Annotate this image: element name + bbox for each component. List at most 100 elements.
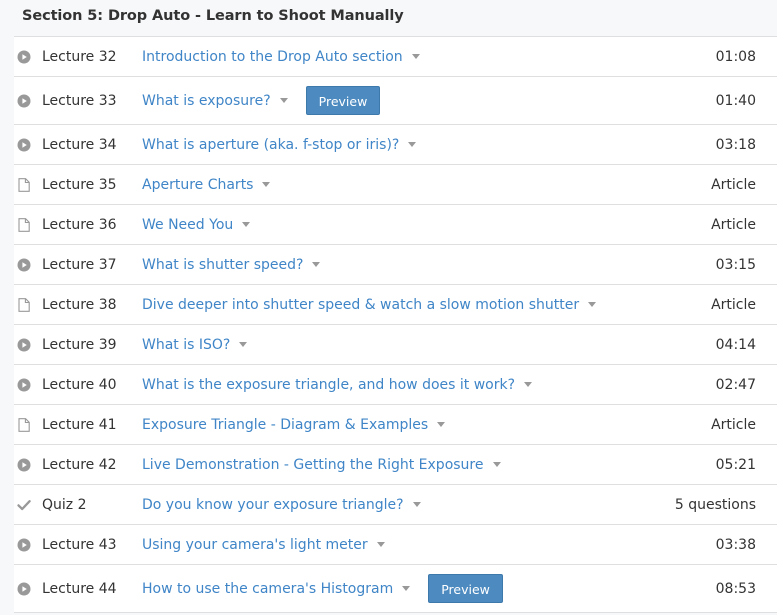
document-icon <box>17 217 31 232</box>
lecture-title-group: Live Demonstration - Getting the Right E… <box>142 457 501 473</box>
lecture-title-group: Do you know your exposure triangle? <box>142 497 421 513</box>
lecture-title-link[interactable]: Exposure Triangle - Diagram & Examples <box>142 417 428 433</box>
lecture-duration: Article <box>711 176 756 193</box>
lecture-duration: Article <box>711 416 756 433</box>
play-icon <box>17 338 31 352</box>
lecture-duration: 01:40 <box>715 92 756 109</box>
lecture-list: Lecture 32 Introduction to the Drop Auto … <box>14 36 777 613</box>
list-item[interactable]: Lecture 40 What is the exposure triangle,… <box>14 365 777 405</box>
lecture-number: Lecture 34 <box>42 136 117 153</box>
lecture-title-link[interactable]: Using your camera's light meter <box>142 537 368 553</box>
document-icon <box>17 177 31 192</box>
lecture-title-link[interactable]: Live Demonstration - Getting the Right E… <box>142 457 484 473</box>
lecture-number: Lecture 35 <box>42 176 117 193</box>
caret-down-icon[interactable] <box>524 382 533 387</box>
lecture-title-link[interactable]: Aperture Charts <box>142 177 253 193</box>
lecture-title-group: Introduction to the Drop Auto section <box>142 49 420 65</box>
lecture-title-group: Exposure Triangle - Diagram & Examples <box>142 417 446 433</box>
list-item[interactable]: Lecture 39 What is ISO? 04:14 <box>14 325 777 365</box>
lecture-title-link[interactable]: How to use the camera's Histogram <box>142 581 393 597</box>
caret-down-icon[interactable] <box>402 586 411 591</box>
document-icon <box>17 297 31 312</box>
lecture-number: Lecture 44 <box>42 580 117 597</box>
lecture-number: Lecture 39 <box>42 336 117 353</box>
lecture-title-link[interactable]: What is exposure? <box>142 93 271 109</box>
lecture-number: Lecture 37 <box>42 256 117 273</box>
list-item[interactable]: Lecture 41 Exposure Triangle - Diagram & … <box>14 405 777 445</box>
caret-down-icon[interactable] <box>411 54 420 59</box>
play-icon <box>17 138 31 152</box>
lecture-title-group: What is ISO? <box>142 337 248 353</box>
caret-down-icon[interactable] <box>437 422 446 427</box>
lecture-number: Lecture 32 <box>42 48 117 65</box>
list-item[interactable]: Lecture 38 Dive deeper into shutter speed… <box>14 285 777 325</box>
lecture-title-group: What is shutter speed? <box>142 257 321 273</box>
lecture-title-link[interactable]: What is aperture (aka. f-stop or iris)? <box>142 137 399 153</box>
lecture-number: Lecture 40 <box>42 376 117 393</box>
caret-down-icon[interactable] <box>412 502 421 507</box>
list-item[interactable]: Lecture 37 What is shutter speed? 03:15 <box>14 245 777 285</box>
lecture-title-link[interactable]: Introduction to the Drop Auto section <box>142 49 403 65</box>
play-icon <box>17 582 31 596</box>
caret-down-icon[interactable] <box>588 302 597 307</box>
list-item[interactable]: Lecture 34 What is aperture (aka. f-stop … <box>14 125 777 165</box>
caret-down-icon[interactable] <box>262 182 271 187</box>
list-item[interactable]: Lecture 43 Using your camera's light mete… <box>14 525 777 565</box>
lecture-duration: 03:38 <box>715 536 756 553</box>
caret-down-icon[interactable] <box>492 462 501 467</box>
play-icon <box>17 50 31 64</box>
lecture-number: Lecture 38 <box>42 296 117 313</box>
lecture-duration: Article <box>711 296 756 313</box>
document-icon <box>17 417 31 432</box>
lecture-title-group: What is exposure? Preview <box>142 86 381 115</box>
lecture-duration: 01:08 <box>715 48 756 65</box>
caret-down-icon[interactable] <box>312 262 321 267</box>
lecture-duration: 02:47 <box>715 376 756 393</box>
lecture-number: Lecture 43 <box>42 536 117 553</box>
caret-down-icon[interactable] <box>376 542 385 547</box>
lecture-title-link[interactable]: Dive deeper into shutter speed & watch a… <box>142 297 579 313</box>
section-title: Section 5: Drop Auto - Learn to Shoot Ma… <box>22 8 404 24</box>
play-icon <box>17 94 31 108</box>
list-item[interactable]: Quiz 2 Do you know your exposure triangle… <box>14 485 777 525</box>
play-icon <box>17 458 31 472</box>
lecture-title-group: Dive deeper into shutter speed & watch a… <box>142 297 597 313</box>
lecture-number: Lecture 41 <box>42 416 117 433</box>
lecture-number: Lecture 33 <box>42 92 117 109</box>
lecture-duration: 5 questions <box>674 496 756 513</box>
lecture-title-group: Aperture Charts <box>142 177 271 193</box>
caret-down-icon[interactable] <box>279 98 288 103</box>
curriculum-section: Section 5: Drop Auto - Learn to Shoot Ma… <box>0 0 777 615</box>
play-icon <box>17 378 31 392</box>
preview-button[interactable]: Preview <box>305 86 381 115</box>
lecture-title-link[interactable]: Do you know your exposure triangle? <box>142 497 404 513</box>
lecture-duration: 03:18 <box>715 136 756 153</box>
list-item[interactable]: Lecture 36 We Need You Article <box>14 205 777 245</box>
lecture-title-group: Using your camera's light meter <box>142 537 385 553</box>
play-icon <box>17 258 31 272</box>
lecture-title-group: How to use the camera's Histogram Preview <box>142 574 503 603</box>
checkmark-icon <box>17 498 31 512</box>
lecture-title-group: What is aperture (aka. f-stop or iris)? <box>142 137 417 153</box>
lecture-number: Quiz 2 <box>42 496 87 513</box>
caret-down-icon[interactable] <box>408 142 417 147</box>
caret-down-icon[interactable] <box>242 222 251 227</box>
lecture-duration: Article <box>711 216 756 233</box>
list-item[interactable]: Lecture 33 What is exposure? Preview 01:40 <box>14 77 777 125</box>
lecture-title-link[interactable]: We Need You <box>142 217 233 233</box>
list-item[interactable]: Lecture 35 Aperture Charts Article <box>14 165 777 205</box>
lecture-title-link[interactable]: What is ISO? <box>142 337 230 353</box>
list-item[interactable]: Lecture 44 How to use the camera's Histog… <box>14 565 777 613</box>
lecture-duration: 04:14 <box>715 336 756 353</box>
lecture-number: Lecture 42 <box>42 456 117 473</box>
lecture-duration: 03:15 <box>715 256 756 273</box>
lecture-title-link[interactable]: What is the exposure triangle, and how d… <box>142 377 515 393</box>
lecture-title-link[interactable]: What is shutter speed? <box>142 257 303 273</box>
list-item[interactable]: Lecture 42 Live Demonstration - Getting t… <box>14 445 777 485</box>
lecture-duration: 08:53 <box>715 580 756 597</box>
preview-button[interactable]: Preview <box>428 574 503 603</box>
caret-down-icon[interactable] <box>239 342 248 347</box>
play-icon <box>17 538 31 552</box>
list-item[interactable]: Lecture 32 Introduction to the Drop Auto … <box>14 37 777 77</box>
lecture-title-group: We Need You <box>142 217 251 233</box>
